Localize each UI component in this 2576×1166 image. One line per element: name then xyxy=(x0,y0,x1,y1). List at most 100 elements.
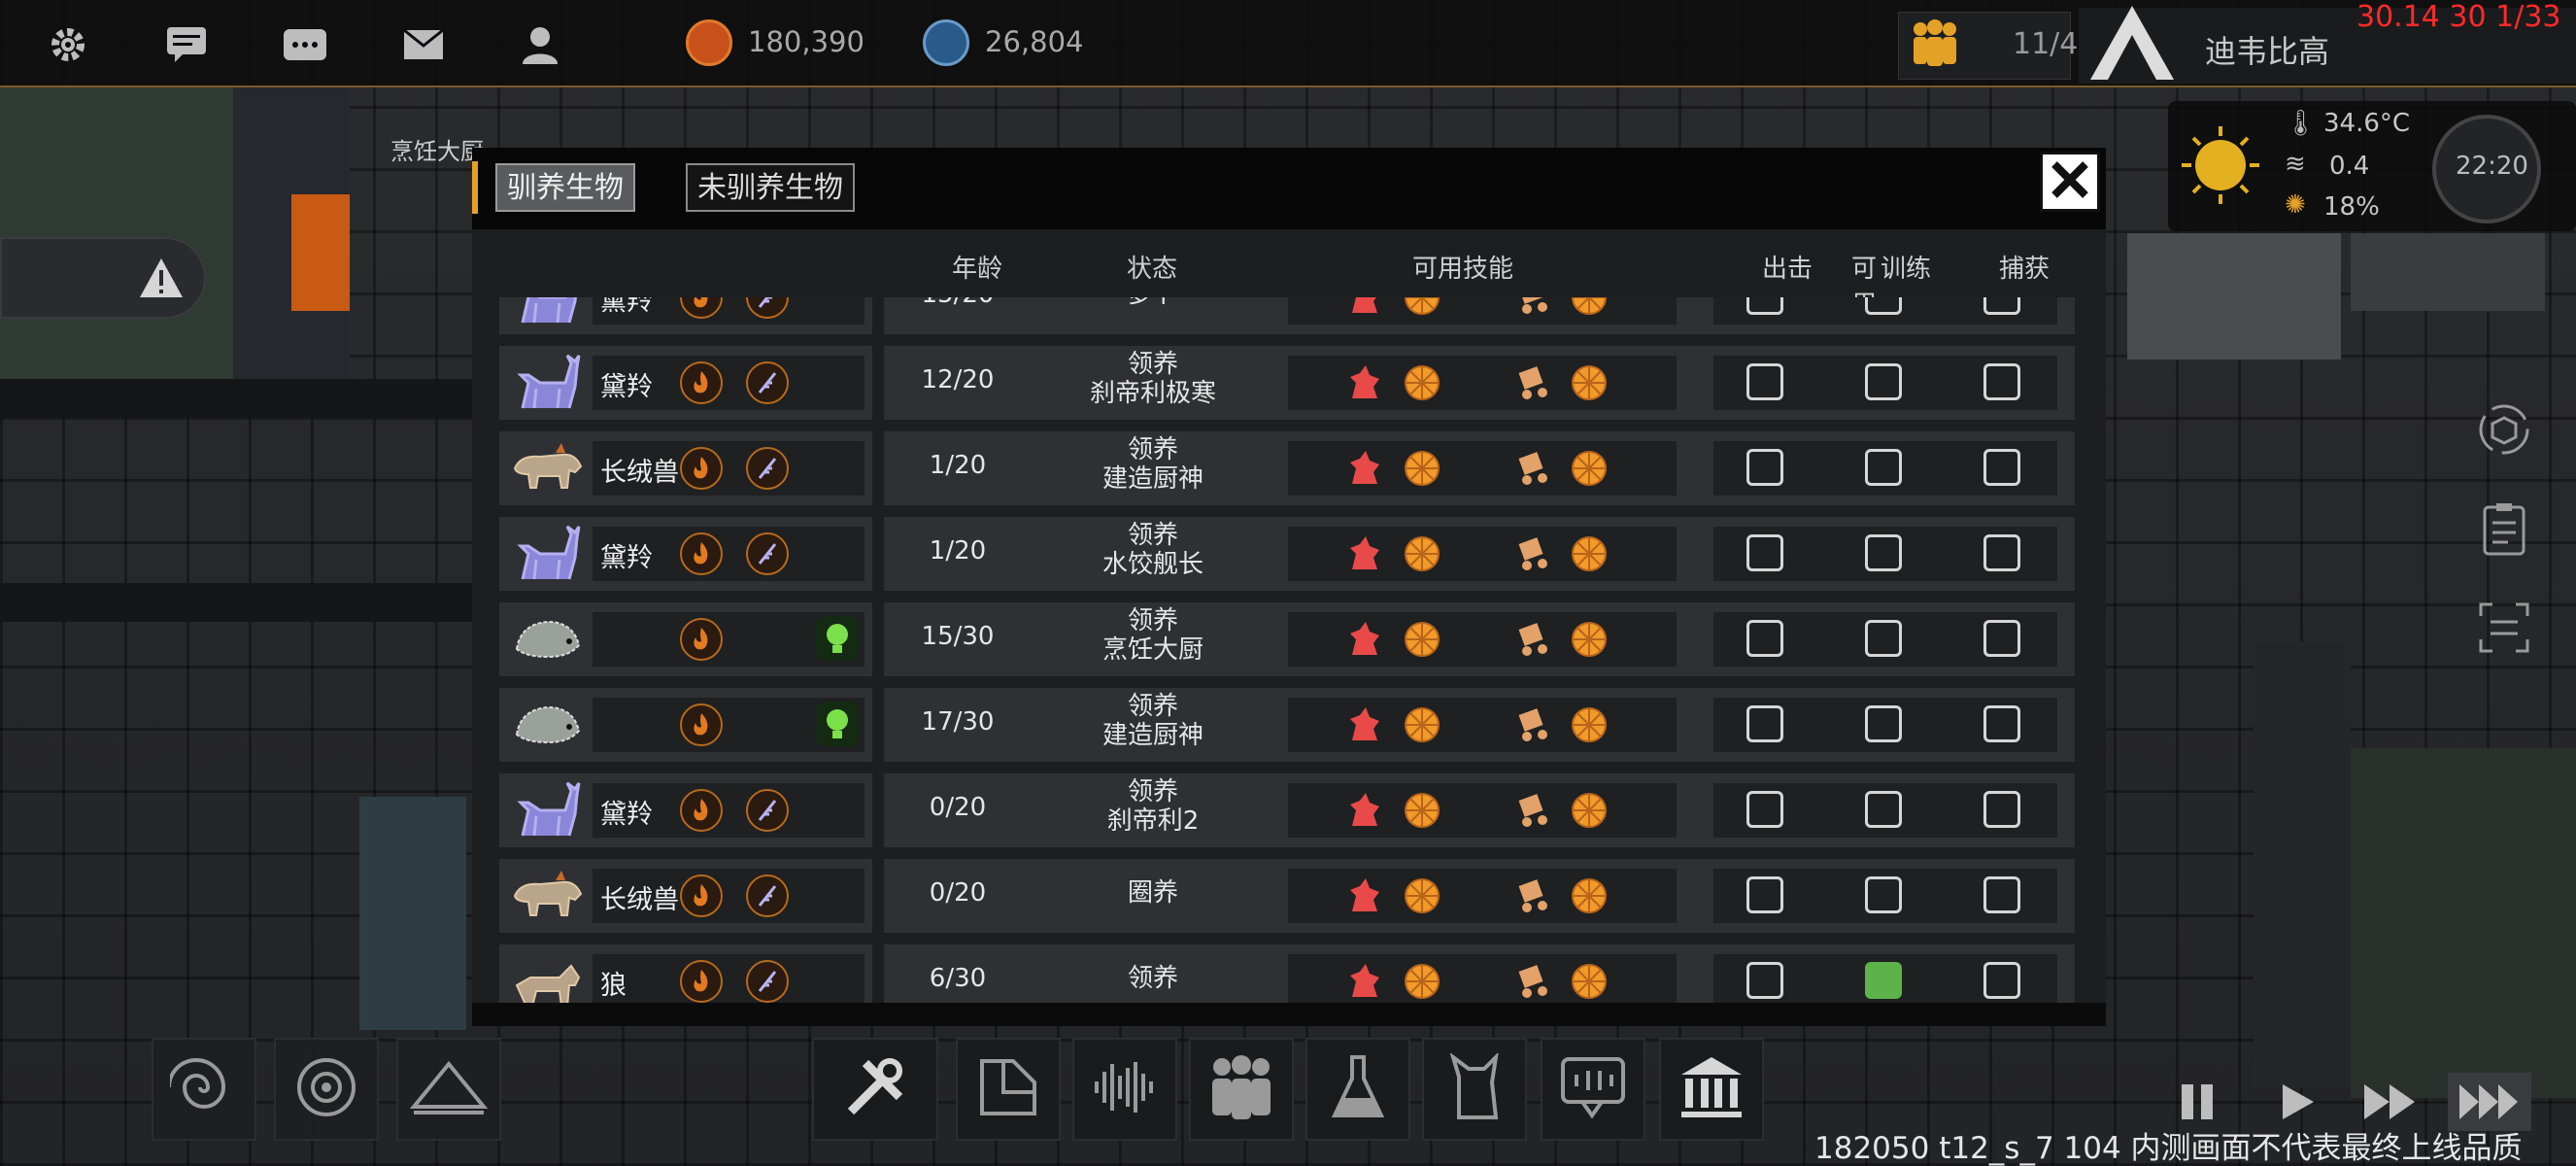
capture-checkbox[interactable] xyxy=(1983,876,2020,913)
creature-row[interactable]: 黛羚 12/20 领养 刹帝利极寒 xyxy=(499,346,2075,420)
feather-trait-icon[interactable] xyxy=(746,361,789,404)
ball-skill-icon[interactable] xyxy=(1403,534,1441,573)
train-checkbox[interactable] xyxy=(1865,620,1902,657)
chat-icon[interactable] xyxy=(163,21,210,68)
research-button[interactable] xyxy=(1305,1038,1410,1141)
creature-row[interactable]: 狼 6/30 领养 xyxy=(499,944,2075,1003)
flame-trait-icon[interactable] xyxy=(680,532,723,575)
sortie-checkbox[interactable] xyxy=(1746,705,1783,742)
train-checkbox[interactable] xyxy=(1865,534,1902,571)
sortie-checkbox[interactable] xyxy=(1746,363,1783,400)
sortie-checkbox[interactable] xyxy=(1746,791,1783,828)
capture-checkbox[interactable] xyxy=(1983,791,2020,828)
haul-skill-icon[interactable] xyxy=(1513,363,1552,402)
sortie-checkbox[interactable] xyxy=(1746,534,1783,571)
ball-skill-icon[interactable] xyxy=(1570,534,1609,573)
haul-skill-icon[interactable] xyxy=(1513,876,1552,915)
planet-button[interactable] xyxy=(274,1038,379,1141)
train-checkbox[interactable] xyxy=(1865,705,1902,742)
haul-skill-icon[interactable] xyxy=(1513,534,1552,573)
ball-skill-icon[interactable] xyxy=(1570,962,1609,1001)
flame-trait-icon[interactable] xyxy=(680,789,723,832)
feather-trait-icon[interactable] xyxy=(746,789,789,832)
clipboard-icon[interactable] xyxy=(2473,497,2535,560)
ball-skill-icon[interactable] xyxy=(1403,297,1441,317)
flame-trait-icon[interactable] xyxy=(680,960,723,1003)
signal-button[interactable] xyxy=(1072,1038,1177,1141)
feather-trait-icon[interactable] xyxy=(746,874,789,917)
ball-skill-icon[interactable] xyxy=(1570,705,1609,744)
mail-icon[interactable] xyxy=(400,21,447,68)
dialogue-button[interactable] xyxy=(1541,1038,1645,1141)
colonists-button[interactable] xyxy=(1189,1038,1294,1141)
ball-skill-icon[interactable] xyxy=(1403,876,1441,915)
rotate-cube-icon[interactable] xyxy=(2473,398,2535,461)
tab-untamed[interactable]: 未驯养生物 xyxy=(686,163,855,212)
haul-skill-icon[interactable] xyxy=(1513,962,1552,1001)
gear-icon[interactable] xyxy=(45,21,91,68)
capture-checkbox[interactable] xyxy=(1983,297,2020,315)
capture-checkbox[interactable] xyxy=(1983,449,2020,486)
haul-skill-icon[interactable] xyxy=(1513,620,1552,659)
train-checkbox[interactable] xyxy=(1865,297,1902,315)
attack-skill-icon[interactable] xyxy=(1344,297,1383,317)
ball-skill-icon[interactable] xyxy=(1403,791,1441,830)
flame-trait-icon[interactable] xyxy=(680,874,723,917)
capture-checkbox[interactable] xyxy=(1983,962,2020,999)
haul-skill-icon[interactable] xyxy=(1513,297,1552,317)
train-checkbox[interactable] xyxy=(1865,876,1902,913)
creature-row[interactable]: 长绒兽 1/20 领养 建造厨神 xyxy=(499,431,2075,505)
pause-button[interactable] xyxy=(2158,1073,2236,1131)
creature-row[interactable]: 黛羚 15/20 萝卜 xyxy=(499,297,2075,334)
haul-skill-icon[interactable] xyxy=(1513,791,1552,830)
creature-row[interactable]: 15/30 领养 烹饪大厨 xyxy=(499,602,2075,676)
attack-skill-icon[interactable] xyxy=(1344,363,1383,402)
lightbulb-icon[interactable] xyxy=(816,616,859,661)
ball-skill-icon[interactable] xyxy=(1403,705,1441,744)
ball-skill-icon[interactable] xyxy=(1570,620,1609,659)
terrain-button[interactable] xyxy=(396,1038,501,1141)
ultra-speed-button[interactable] xyxy=(2448,1073,2531,1131)
feather-trait-icon[interactable] xyxy=(746,960,789,1003)
ball-skill-icon[interactable] xyxy=(1403,449,1441,488)
haul-skill-icon[interactable] xyxy=(1513,449,1552,488)
attack-skill-icon[interactable] xyxy=(1344,534,1383,573)
attack-skill-icon[interactable] xyxy=(1344,705,1383,744)
train-checkbox[interactable] xyxy=(1865,791,1902,828)
capture-checkbox[interactable] xyxy=(1983,363,2020,400)
ball-skill-icon[interactable] xyxy=(1403,962,1441,1001)
attack-skill-icon[interactable] xyxy=(1344,962,1383,1001)
sortie-checkbox[interactable] xyxy=(1746,297,1783,315)
fast-forward-button[interactable] xyxy=(2351,1073,2428,1131)
capture-checkbox[interactable] xyxy=(1983,534,2020,571)
ball-skill-icon[interactable] xyxy=(1570,791,1609,830)
galaxy-button[interactable] xyxy=(152,1038,256,1141)
ball-skill-icon[interactable] xyxy=(1570,449,1609,488)
train-checkbox[interactable] xyxy=(1865,363,1902,400)
creature-list[interactable]: 黛羚15/20萝卜黛羚12/20领养刹帝利极寒长绒兽1/20领养建造厨神黛羚1/… xyxy=(472,297,2106,1003)
attack-skill-icon[interactable] xyxy=(1344,876,1383,915)
blueprint-button[interactable] xyxy=(956,1038,1061,1141)
flame-trait-icon[interactable] xyxy=(680,447,723,490)
train-checkbox[interactable] xyxy=(1865,449,1902,486)
scan-icon[interactable] xyxy=(2473,597,2535,659)
flame-trait-icon[interactable] xyxy=(680,618,723,661)
user-icon[interactable] xyxy=(519,21,565,68)
creature-row[interactable]: 长绒兽 0/20 圈养 xyxy=(499,859,2075,933)
play-button[interactable] xyxy=(2257,1073,2335,1131)
attack-skill-icon[interactable] xyxy=(1344,620,1383,659)
sortie-checkbox[interactable] xyxy=(1746,962,1783,999)
tab-tamed[interactable]: 驯养生物 xyxy=(495,163,635,212)
creature-row[interactable]: 17/30 领养 建造厨神 xyxy=(499,688,2075,762)
ball-skill-icon[interactable] xyxy=(1570,297,1609,317)
ball-skill-icon[interactable] xyxy=(1403,620,1441,659)
attack-skill-icon[interactable] xyxy=(1344,449,1383,488)
alert-panel[interactable] xyxy=(0,237,206,319)
ball-skill-icon[interactable] xyxy=(1403,363,1441,402)
train-checkbox[interactable] xyxy=(1865,962,1902,999)
attack-skill-icon[interactable] xyxy=(1344,791,1383,830)
capture-checkbox[interactable] xyxy=(1983,705,2020,742)
build-button[interactable] xyxy=(812,1038,938,1141)
ball-skill-icon[interactable] xyxy=(1570,876,1609,915)
creature-row[interactable]: 黛羚 0/20 领养 刹帝利2 xyxy=(499,773,2075,847)
